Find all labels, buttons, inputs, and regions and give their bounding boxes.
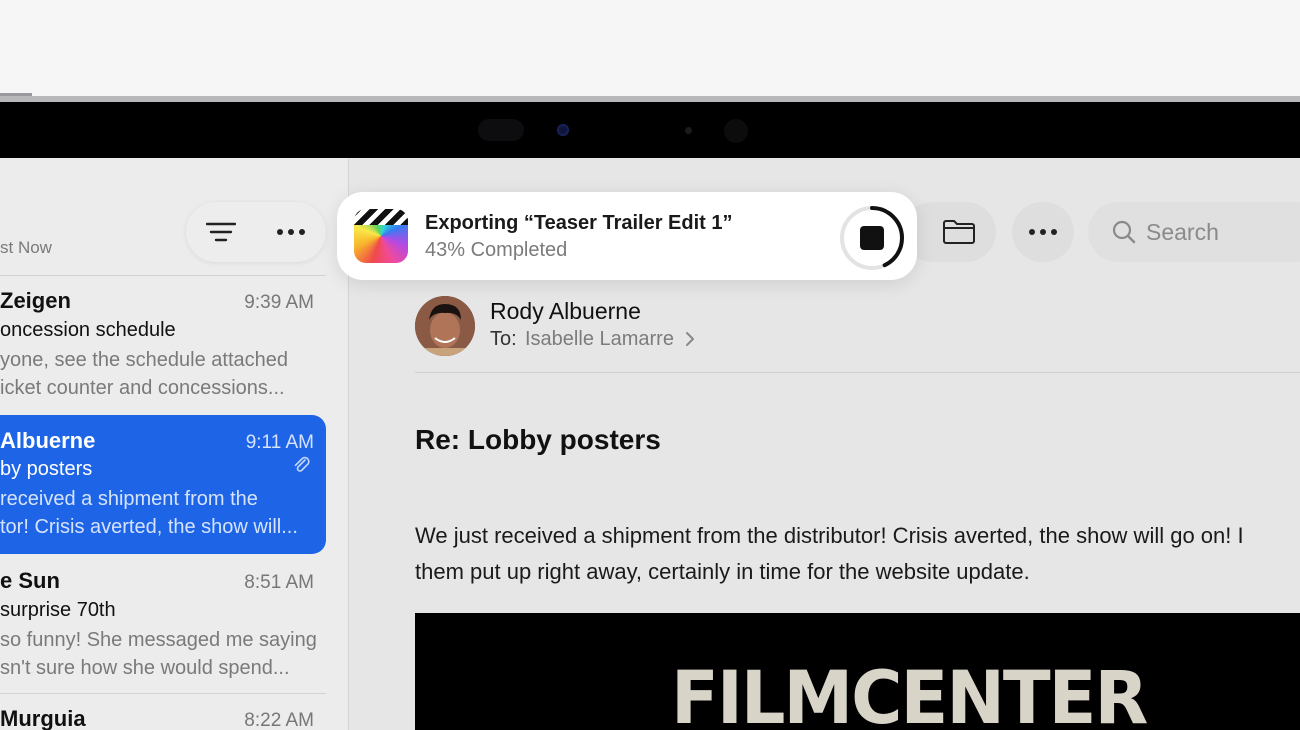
sensor-pill — [478, 119, 524, 141]
poster-title: FILMCENTER — [671, 654, 1148, 730]
to-label: To: — [490, 328, 517, 350]
more-icon — [1029, 229, 1057, 235]
camera-dot — [685, 127, 692, 134]
message-body-line: them put up right away, certainly in tim… — [415, 559, 1030, 584]
message-subject: Re: Lobby posters — [415, 424, 661, 455]
device-bezel — [0, 102, 1300, 158]
list-item-subject: oncession schedule — [0, 319, 176, 341]
final-cut-pro-icon — [354, 209, 408, 263]
folder-icon — [943, 220, 975, 244]
updated-status: st Now — [0, 238, 52, 257]
list-item-preview-line: yone, see the schedule attached — [0, 349, 288, 371]
mail-list-pane: st Now Zeigen 9:39 AM oncession schedule — [0, 158, 349, 730]
detail-more-button[interactable] — [1012, 202, 1074, 262]
list-item-preview: received a shipment from the tor! Crisis… — [0, 485, 320, 541]
list-item[interactable]: Zeigen 9:39 AM oncession schedule yone, … — [0, 288, 326, 420]
list-item-preview: so funny! She messaged me saying sn't su… — [0, 626, 320, 682]
list-item-time: 9:39 AM — [244, 292, 314, 313]
message-body: We just received a shipment from the dis… — [415, 518, 1300, 590]
list-item-sender: Albuerne — [0, 428, 96, 453]
avatar[interactable] — [415, 296, 475, 356]
stop-icon — [860, 226, 884, 250]
filter-icon — [206, 222, 236, 242]
more-icon — [277, 229, 305, 235]
list-item-preview-line: icket counter and concessions... — [0, 377, 285, 399]
list-item-time: 8:51 AM — [244, 572, 314, 593]
list-item-preview: yone, see the schedule attached icket co… — [0, 346, 320, 402]
list-item[interactable]: e Sun 8:51 AM surprise 70th so funny! Sh… — [0, 568, 326, 700]
header-divider — [415, 372, 1300, 373]
search-field[interactable]: Search — [1088, 202, 1300, 262]
list-divider — [0, 275, 326, 276]
list-divider — [0, 693, 326, 694]
list-item[interactable]: Murguia 8:22 AM — [0, 706, 326, 730]
export-progress-text: 43% Completed — [425, 239, 568, 261]
search-icon — [1112, 220, 1136, 244]
poster-image[interactable]: FILMCENTER — [415, 613, 1300, 730]
list-item-subject: by posters — [0, 458, 93, 480]
list-item-preview-line: received a shipment from the — [0, 488, 258, 510]
list-item-time: 8:22 AM — [244, 710, 314, 730]
screen: st Now Zeigen 9:39 AM oncession schedule — [0, 158, 1300, 730]
list-item-preview-line: tor! Crisis averted, the show will... — [0, 516, 298, 538]
stop-export-button[interactable] — [839, 205, 905, 271]
list-item-selected[interactable]: Albuerne 9:11 AM by posters received a s… — [0, 415, 326, 554]
chevron-right-icon[interactable] — [685, 331, 695, 347]
list-item-sender: Murguia — [0, 706, 86, 730]
sender-name: Rody Albuerne — [490, 298, 641, 324]
list-item-sender: Zeigen — [0, 288, 71, 313]
sensor-circle — [724, 119, 748, 143]
list-toolbar — [186, 202, 326, 262]
camera-lens — [557, 124, 569, 136]
export-title: Exporting “Teaser Trailer Edit 1” — [425, 212, 733, 234]
recipient-name[interactable]: Isabelle Lamarre — [525, 328, 674, 351]
progress-ring — [840, 206, 904, 270]
list-item-sender: e Sun — [0, 568, 60, 593]
filter-button[interactable] — [186, 202, 256, 262]
list-item-preview-line: so funny! She messaged me saying — [0, 629, 317, 651]
message-body-line: We just received a shipment from the dis… — [415, 523, 1244, 548]
list-more-button[interactable] — [256, 202, 326, 262]
export-notification[interactable]: Exporting “Teaser Trailer Edit 1” 43% Co… — [337, 192, 917, 280]
list-item-time: 9:11 AM — [245, 432, 314, 453]
paperclip-icon — [294, 456, 310, 472]
message-header: Rody Albuerne To: Isabelle Lamarre — [415, 296, 1300, 374]
search-placeholder: Search — [1146, 219, 1219, 245]
list-item-preview-line: sn't sure how she would spend... — [0, 657, 290, 679]
list-item-subject: surprise 70th — [0, 599, 116, 621]
